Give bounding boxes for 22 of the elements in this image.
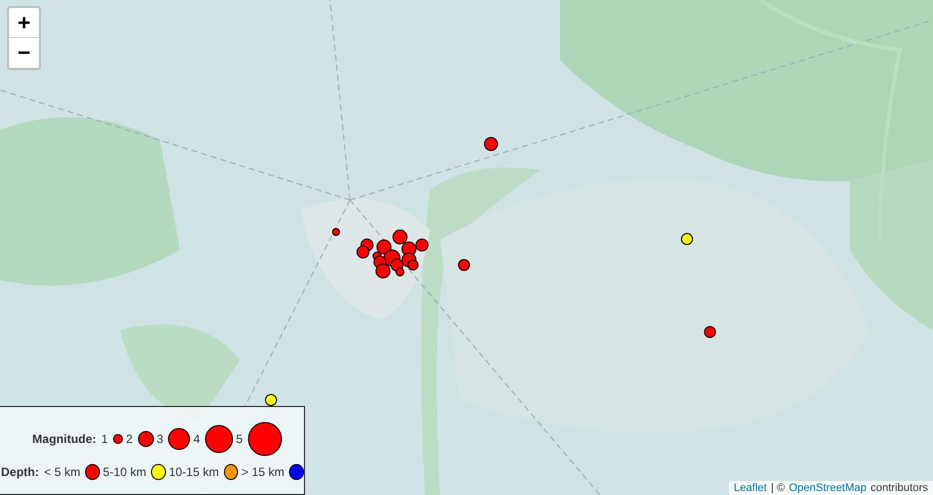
legend-label: 10-15 km xyxy=(168,464,219,478)
legend-label: Depth: xyxy=(1,464,39,478)
openstreetmap-link[interactable]: OpenStreetMap xyxy=(788,482,867,494)
magnitude-circle-icon xyxy=(138,430,154,446)
legend-label: < 5 km xyxy=(44,464,80,478)
legend-label: 1 xyxy=(101,432,108,446)
legend-label: Magnitude: xyxy=(32,432,96,446)
legend-label: 4 xyxy=(193,432,200,446)
legend-label: 3 xyxy=(156,432,164,446)
attribution-text: | © xyxy=(770,482,785,494)
magnitude-circle-icon xyxy=(248,422,282,456)
earthquake-cluster-drawing[interactable] xyxy=(356,230,428,278)
magnitude-circle-icon xyxy=(205,424,234,452)
magnitude-circle-icon xyxy=(168,428,190,450)
zoom-in-button[interactable]: + xyxy=(9,8,39,38)
leaflet-link[interactable]: Leaflet xyxy=(734,482,767,494)
legend-label: 2 xyxy=(126,432,133,446)
legend-label: 5 xyxy=(236,432,243,446)
magnitude-circle-icon xyxy=(112,434,123,444)
attribution-text: contributors xyxy=(870,482,928,494)
legend-label: > 15 km xyxy=(241,464,284,478)
legend-label: 5-10 km xyxy=(102,464,146,478)
